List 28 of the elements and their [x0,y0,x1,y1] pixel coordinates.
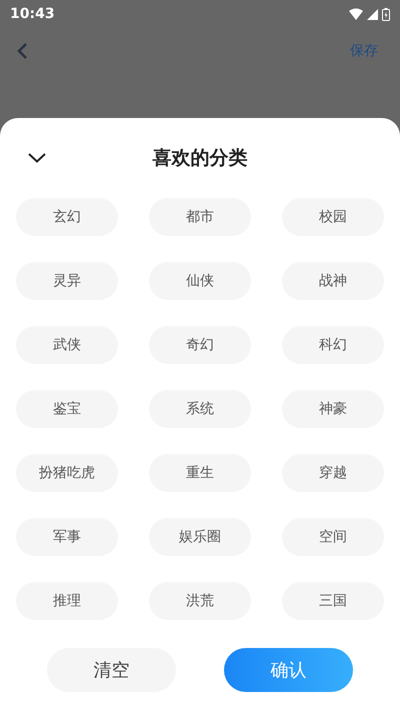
signal-icon [367,8,378,20]
category-chip[interactable]: 重生 [149,454,251,492]
category-chip[interactable]: 娱乐圈 [149,518,251,556]
category-chip[interactable]: 都市 [149,198,251,236]
category-chip[interactable]: 灵异 [16,262,118,300]
clear-button[interactable]: 清空 [47,648,176,692]
category-chip[interactable]: 鉴宝 [16,390,118,428]
category-chip[interactable]: 洪荒 [149,582,251,620]
category-chip[interactable]: 武侠 [16,326,118,364]
category-chip[interactable]: 军事 [16,518,118,556]
category-chip[interactable]: 三国 [282,582,384,620]
category-chip[interactable]: 战神 [282,262,384,300]
category-chip[interactable]: 玄幻 [16,198,118,236]
category-chip[interactable]: 科幻 [282,326,384,364]
sheet-title: 喜欢的分类 [152,147,248,169]
status-time: 10:43 [10,6,55,22]
battery-icon [382,8,390,20]
category-chip[interactable]: 推理 [16,582,118,620]
category-chip[interactable]: 奇幻 [149,326,251,364]
category-chip[interactable]: 扮猪吃虎 [16,454,118,492]
wifi-icon [349,8,363,20]
category-chip[interactable]: 穿越 [282,454,384,492]
category-chip[interactable]: 空间 [282,518,384,556]
category-chip[interactable]: 仙侠 [149,262,251,300]
category-chip[interactable]: 校园 [282,198,384,236]
category-chip[interactable]: 神豪 [282,390,384,428]
category-chip[interactable]: 系统 [149,390,251,428]
collapse-icon[interactable] [28,153,46,163]
